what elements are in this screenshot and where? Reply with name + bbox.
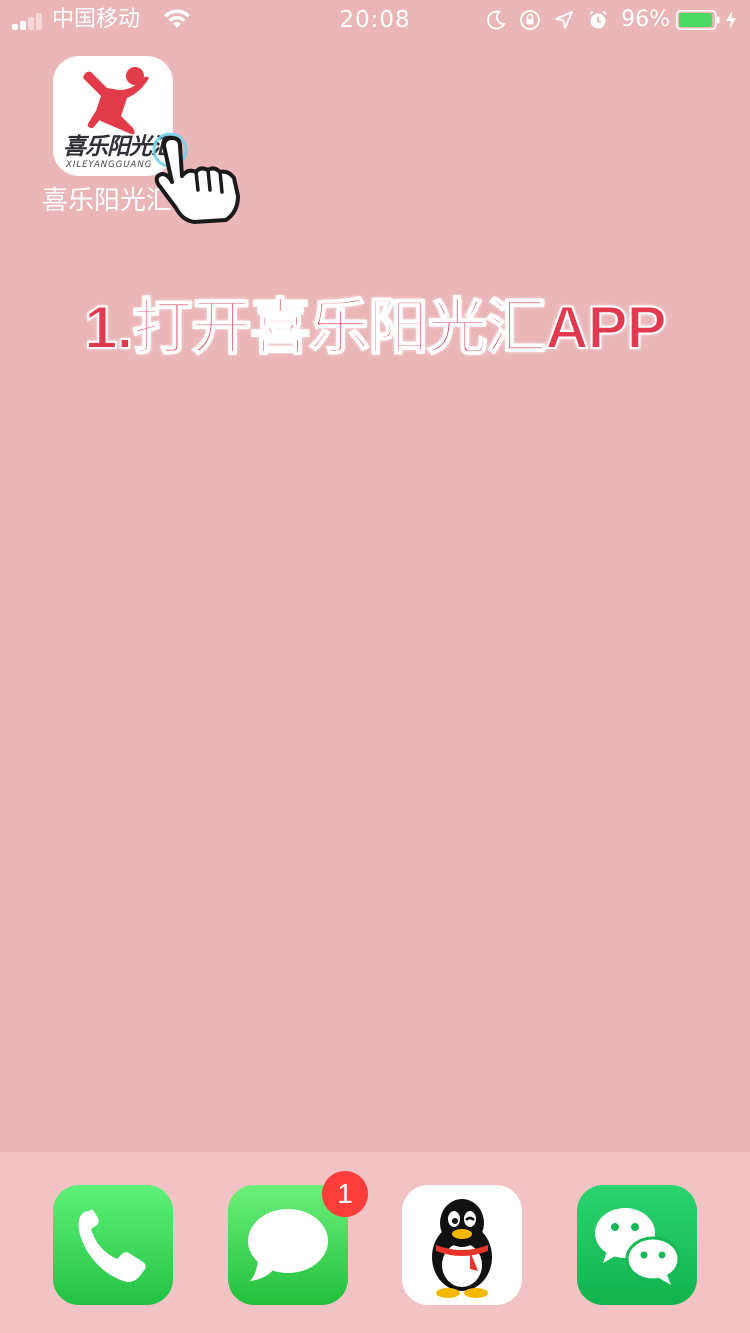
status-bar: 中国移动 20:08 96% [0, 0, 750, 40]
charging-icon [726, 11, 736, 29]
wechat-app[interactable] [577, 1185, 697, 1305]
location-icon [555, 11, 573, 29]
moon-icon [487, 10, 506, 30]
messages-app[interactable]: 1 [228, 1171, 368, 1305]
qq-app[interactable] [402, 1185, 522, 1305]
instruction-headline: 1.打开喜乐阳光汇APP [83, 293, 667, 362]
orientation-lock-icon [520, 10, 540, 30]
phone-app[interactable] [53, 1185, 173, 1305]
battery-percent: 96% [621, 7, 670, 32]
qq-penguin-icon [432, 1199, 492, 1298]
app-icon-subtext: XILEYANGGUANG [66, 160, 153, 170]
dock: 1 [0, 1152, 750, 1333]
status-indicators: 96% [473, 6, 738, 34]
wechat-icon [595, 1208, 681, 1285]
alarm-icon [589, 10, 607, 29]
phone-icon [78, 1209, 146, 1282]
notification-badge: 1 [322, 1171, 368, 1217]
battery-icon [676, 10, 720, 30]
pointing-hand-icon [152, 132, 240, 224]
